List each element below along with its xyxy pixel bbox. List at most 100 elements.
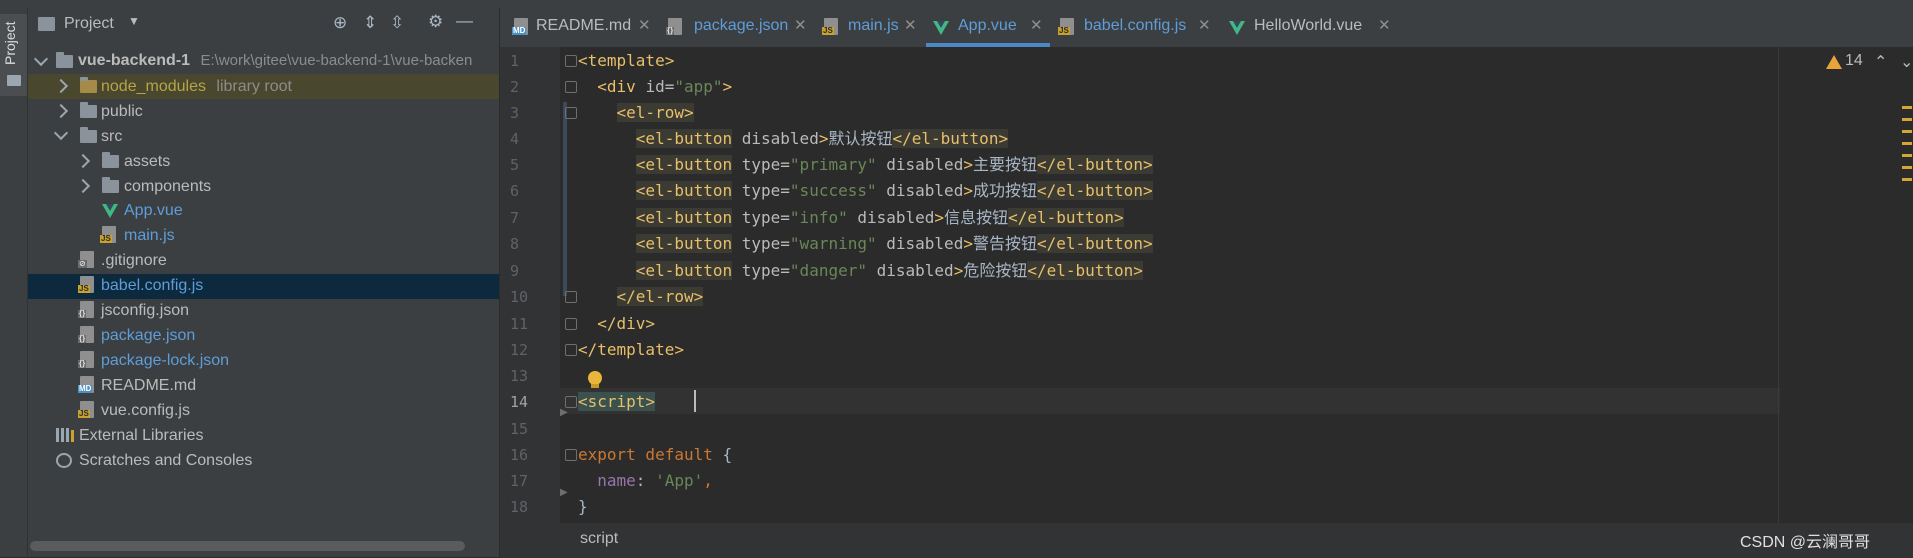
warning-count[interactable]: 14 <box>1845 52 1863 70</box>
close-icon[interactable]: ✕ <box>1198 8 1211 44</box>
fold-marker-icon[interactable] <box>565 81 577 93</box>
keyword-token: export <box>578 445 636 464</box>
line-number: 2 <box>510 78 520 96</box>
tab-helloworld-vue[interactable]: HelloWorld.vue ✕ <box>1228 8 1398 46</box>
horizontal-scrollbar[interactable] <box>30 541 465 551</box>
string-token: 'App' <box>655 471 704 490</box>
string-token: "app" <box>674 77 723 96</box>
close-icon[interactable]: ✕ <box>794 8 807 44</box>
tab-package-json[interactable]: {} package.json ✕ <box>666 8 818 46</box>
tab-label: babel.config.js <box>1084 17 1187 34</box>
code-editor[interactable] <box>560 47 1913 523</box>
tree-item-public[interactable]: public <box>101 99 143 124</box>
line-number: 1 <box>510 52 520 70</box>
error-stripe-mark[interactable] <box>1902 154 1912 157</box>
tree-item-src[interactable]: src <box>101 124 122 149</box>
project-tool-label: Project <box>2 21 18 65</box>
attr-token: disabled <box>876 155 964 174</box>
code-line-11: </div> <box>578 311 655 337</box>
tab-label: main.js <box>848 17 899 34</box>
hide-icon[interactable]: — <box>456 11 473 31</box>
close-icon[interactable]: ✕ <box>638 8 651 44</box>
close-icon[interactable]: ✕ <box>1030 8 1043 44</box>
tree-item-app-vue[interactable]: App.vue <box>124 198 183 223</box>
tree-item-vue-config[interactable]: vue.config.js <box>101 398 190 423</box>
tree-item-label: assets <box>124 153 171 170</box>
line-number: 18 <box>510 498 529 516</box>
chevron-up-icon[interactable]: ⌃ <box>1874 52 1887 72</box>
project-folder-icon <box>38 17 55 31</box>
error-stripe-mark[interactable] <box>1902 166 1912 169</box>
fold-marker-icon[interactable] <box>565 291 577 303</box>
fold-marker-icon[interactable] <box>565 318 577 330</box>
attr-token: disabled <box>876 181 964 200</box>
fold-arrow-icon[interactable]: ▶ <box>560 407 568 418</box>
tree-item-main-js[interactable]: main.js <box>124 223 175 248</box>
text-token: : <box>635 471 656 490</box>
error-stripe-mark[interactable] <box>1902 130 1912 133</box>
project-title[interactable]: Project <box>64 15 114 33</box>
attr-token: disabled <box>866 261 954 280</box>
tree-item-external-libraries[interactable]: External Libraries <box>79 423 204 448</box>
tree-item-assets[interactable]: assets <box>124 149 170 174</box>
error-stripe-mark[interactable] <box>1902 142 1912 145</box>
gear-icon[interactable]: ⚙ <box>428 12 443 32</box>
tree-item-readme[interactable]: README.md <box>101 373 196 398</box>
line-number: 7 <box>510 209 520 227</box>
lightbulb-icon[interactable] <box>588 371 602 385</box>
error-stripe-mark[interactable] <box>1902 178 1912 181</box>
locate-icon[interactable]: ⊕ <box>333 13 347 33</box>
tree-item-label: node_modules <box>101 78 206 95</box>
tree-item-label: Scratches and Consoles <box>79 452 253 469</box>
chevron-down-icon[interactable]: ⌄ <box>1900 52 1913 72</box>
tree-item-scratches[interactable]: Scratches and Consoles <box>79 448 252 473</box>
fold-marker-icon[interactable] <box>565 344 577 356</box>
error-stripe-mark[interactable] <box>1902 118 1912 121</box>
tab-app-vue[interactable]: App.vue ✕ <box>932 8 1052 46</box>
tree-item-babel-config[interactable]: babel.config.js <box>101 273 203 298</box>
tab-main-js[interactable]: JS main.js ✕ <box>822 8 922 46</box>
line-number: 10 <box>510 288 529 306</box>
tree-item-components[interactable]: components <box>124 174 211 199</box>
right-margin-guide <box>1778 47 1779 523</box>
tree-item-package-json[interactable]: package.json <box>101 323 195 348</box>
fold-arrow-icon[interactable]: ▶ <box>560 487 568 498</box>
warning-icon[interactable] <box>1826 55 1842 69</box>
fold-marker-icon[interactable] <box>565 55 577 67</box>
tag-token: <el-button <box>635 129 733 148</box>
tab-readme[interactable]: MD README.md ✕ <box>510 8 660 46</box>
fold-marker-icon[interactable] <box>565 449 577 461</box>
tree-item-node-modules[interactable]: node_modules library root <box>101 74 292 99</box>
tab-babel-config[interactable]: JS babel.config.js ✕ <box>1058 8 1218 46</box>
line-number: 15 <box>510 420 529 438</box>
tag-token: > <box>722 77 733 96</box>
tree-item-gitignore[interactable]: .gitignore <box>101 248 167 273</box>
chevron-down-icon[interactable]: ▼ <box>128 14 140 28</box>
js-file-icon: JS <box>78 276 94 293</box>
tree-item-label: README.md <box>101 377 197 394</box>
code-line-3: <el-row> <box>578 100 694 126</box>
code-line-8: <el-button type="warning" disabled>警告按钮<… <box>578 231 1153 257</box>
code-line-12: </template> <box>578 337 684 363</box>
tree-item-package-lock[interactable]: package-lock.json <box>101 348 229 373</box>
tab-label: README.md <box>536 17 632 34</box>
code-line-2: <div id="app"> <box>578 74 732 100</box>
tree-item-project-root[interactable]: vue-backend-1 E:\work\gitee\vue-backend-… <box>78 48 472 73</box>
tree-item-jsconfig[interactable]: jsconfig.json <box>101 298 189 323</box>
attr-token: type= <box>732 261 790 280</box>
breadcrumb[interactable]: script <box>580 530 618 548</box>
tab-label: App.vue <box>958 17 1017 34</box>
collapse-all-icon[interactable]: ⇳ <box>390 13 404 33</box>
code-line-9: <el-button type="danger" disabled>危险按钮</… <box>578 258 1143 284</box>
code-line-18: } <box>578 494 588 520</box>
line-number: 14 <box>510 393 529 411</box>
js-file-icon: JS <box>78 401 94 418</box>
close-icon[interactable]: ✕ <box>1378 8 1391 44</box>
error-stripe-mark[interactable] <box>1902 106 1912 109</box>
fold-marker-icon[interactable] <box>565 107 577 119</box>
line-number: 11 <box>510 315 529 333</box>
expand-all-icon[interactable]: ⇕ <box>363 13 377 33</box>
close-icon[interactable]: ✕ <box>904 8 917 44</box>
string-token: "danger" <box>789 261 867 280</box>
folder-icon <box>80 77 97 93</box>
